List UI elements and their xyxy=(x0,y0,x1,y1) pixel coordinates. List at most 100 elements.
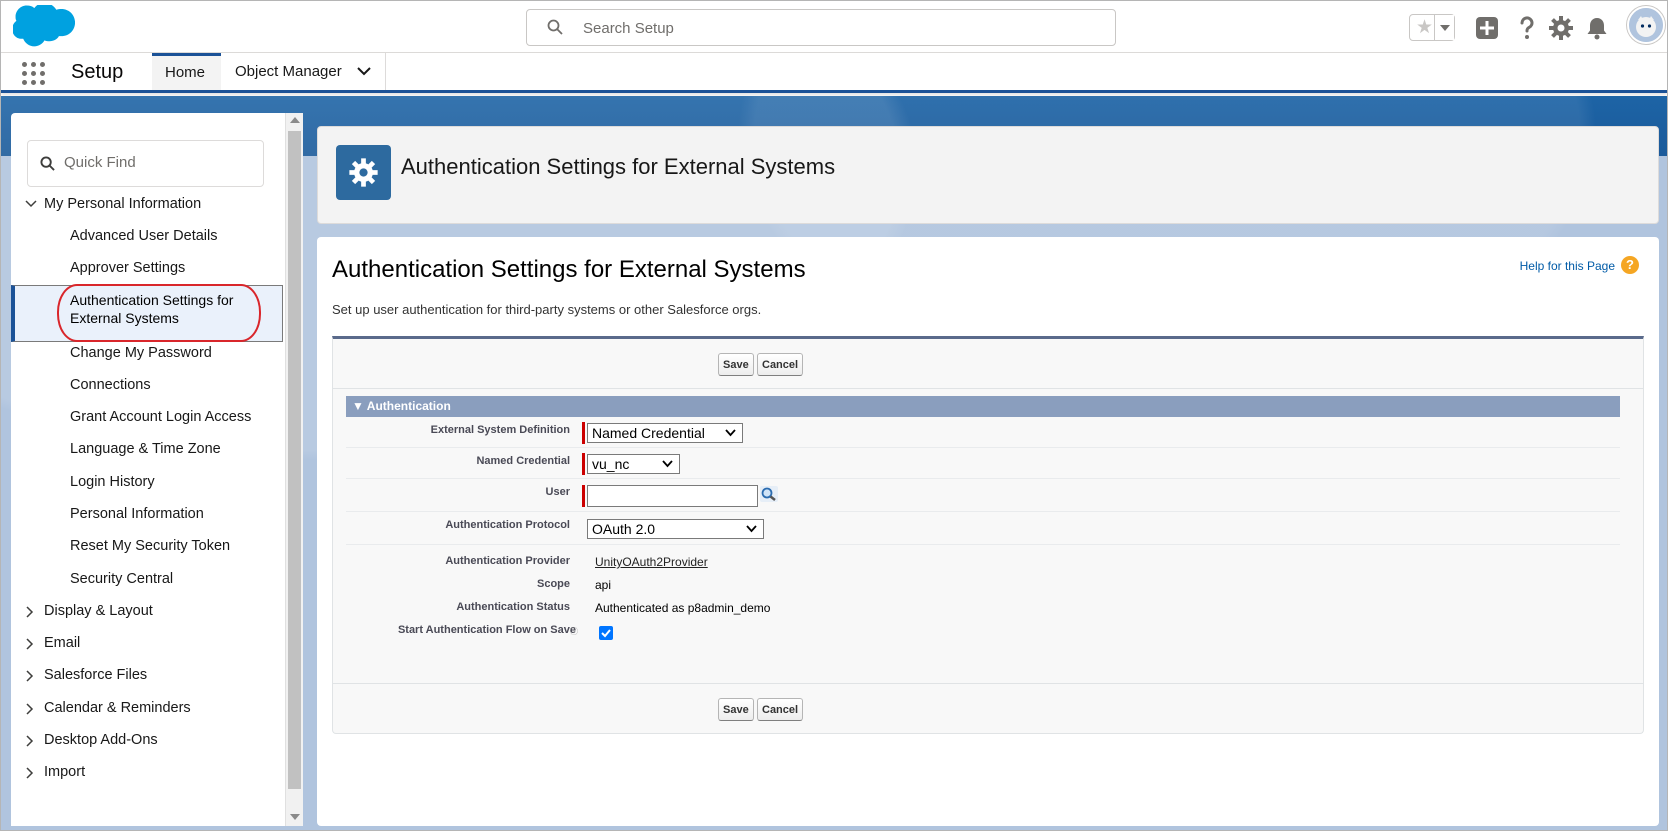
chevron-down-icon xyxy=(725,429,736,437)
field-label: External System Definition xyxy=(430,424,570,436)
top-button-row: Save Cancel xyxy=(333,339,1643,389)
sidebar-item-label: Email xyxy=(44,635,81,651)
authentication-provider-label: Authentication Provider xyxy=(445,555,570,567)
sidebar-item-label: Display & Layout xyxy=(44,603,153,619)
sidebar-item-personal-information[interactable]: Personal Information xyxy=(11,504,283,525)
scope-label: Scope xyxy=(536,578,570,590)
sidebar-item-advanced-user-details[interactable]: Advanced User Details xyxy=(11,226,283,247)
authentication-protocol-select[interactable]: OAuth 2.0 xyxy=(587,519,764,539)
field-row-named-credential: Named Credential vu_nc xyxy=(346,448,1620,479)
sidebar-item-calendar-reminders[interactable]: Calendar & Reminders xyxy=(11,698,283,719)
save-button[interactable]: Save xyxy=(718,698,754,721)
global-header: ★ xyxy=(1,1,1667,53)
search-input[interactable] xyxy=(583,18,1083,38)
chevron-right-icon[interactable] xyxy=(25,670,35,682)
sidebar-item-my-personal-information[interactable]: My Personal Information xyxy=(11,194,283,215)
app-navigation-bar: Setup Home Object Manager xyxy=(1,53,1667,93)
page-title: Authentication Settings for External Sys… xyxy=(332,256,806,283)
user-input[interactable] xyxy=(587,485,758,507)
chevron-down-icon[interactable] xyxy=(357,66,371,76)
sidebar-item-desktop-add-ons[interactable]: Desktop Add-Ons xyxy=(11,730,283,751)
sidebar-item-label: Calendar & Reminders xyxy=(44,700,191,716)
sidebar-item-language-time-zone[interactable]: Language & Time Zone xyxy=(11,439,283,460)
app-launcher-icon[interactable] xyxy=(22,62,46,86)
sidebar-item-grant-account-login-access[interactable]: Grant Account Login Access xyxy=(11,407,283,428)
tab-object-manager[interactable]: Object Manager xyxy=(222,53,386,90)
chevron-right-icon[interactable] xyxy=(25,606,35,618)
search-icon xyxy=(40,156,55,171)
sidebar-item-connections[interactable]: Connections xyxy=(11,375,283,396)
sidebar-item-login-history[interactable]: Login History xyxy=(11,472,283,493)
checkmark-icon xyxy=(601,629,611,638)
sidebar-item-approver-settings[interactable]: Approver Settings xyxy=(11,258,283,279)
star-icon[interactable]: ★ xyxy=(1416,18,1433,38)
lookup-magnifier-icon[interactable] xyxy=(760,486,778,502)
chevron-down-icon xyxy=(746,525,757,533)
favorites-button[interactable]: ★ xyxy=(1409,14,1455,41)
search-setup-box[interactable] xyxy=(526,9,1116,46)
field-label: Authentication Protocol xyxy=(445,519,570,531)
bottom-button-row: Save Cancel xyxy=(333,683,1643,733)
save-button[interactable]: Save xyxy=(718,353,754,376)
field-row-user: User xyxy=(346,479,1620,512)
named-credential-select[interactable]: vu_nc xyxy=(587,454,680,474)
sidebar-item-label: Import xyxy=(44,764,86,780)
scroll-down-arrow-icon[interactable] xyxy=(290,814,300,820)
chevron-down-icon[interactable] xyxy=(25,199,37,209)
astro-avatar-icon xyxy=(1629,8,1663,42)
start-authentication-flow-label: Start Authentication Flow on Save xyxy=(397,624,576,636)
chevron-down-icon[interactable] xyxy=(1434,15,1454,40)
external-system-definition-select[interactable]: Named Credential xyxy=(587,423,743,443)
authentication-section-header[interactable]: ▼ Authentication xyxy=(346,396,1620,417)
authentication-status-value: Authenticated as p8admin_demo xyxy=(595,601,771,615)
field-label: User xyxy=(545,486,570,498)
selected-value: vu_nc xyxy=(592,456,630,472)
sidebar-item-label: Salesforce Files xyxy=(44,667,148,683)
sidebar-item-display-layout[interactable]: Display & Layout xyxy=(11,601,283,622)
notifications-bell-icon[interactable] xyxy=(1583,14,1611,42)
global-actions-plus-icon[interactable] xyxy=(1473,14,1501,42)
app-title: Setup xyxy=(71,61,124,83)
sidebar-item-label: Authentication Settings for External Sys… xyxy=(70,292,234,326)
scroll-up-arrow-icon[interactable] xyxy=(290,117,300,123)
sidebar-item-authentication-settings[interactable]: Authentication Settings for External Sys… xyxy=(11,285,283,342)
sidebar-item-email[interactable]: Email xyxy=(11,633,283,654)
cancel-button[interactable]: Cancel xyxy=(757,353,804,376)
chevron-right-icon[interactable] xyxy=(25,638,35,650)
salesforce-logo[interactable] xyxy=(13,5,75,49)
required-indicator xyxy=(582,485,585,507)
page-description: Set up user authentication for third-par… xyxy=(332,302,762,317)
sidebar-item-change-my-password[interactable]: Change My Password xyxy=(11,343,283,364)
sidebar-item-label: Desktop Add-Ons xyxy=(44,732,158,748)
field-label: Named Credential xyxy=(476,455,570,467)
help-icon[interactable] xyxy=(1513,14,1541,42)
field-row-external-system-definition: External System Definition Named Credent… xyxy=(346,417,1620,448)
chevron-right-icon[interactable] xyxy=(25,703,35,715)
sidebar-item-import[interactable]: Import xyxy=(11,762,283,783)
scope-value: api xyxy=(595,578,612,592)
sidebar-item-salesforce-files[interactable]: Salesforce Files xyxy=(11,665,283,686)
authentication-status-label: Authentication Status xyxy=(456,601,570,613)
help-question-icon[interactable]: ? xyxy=(1621,256,1639,274)
start-authentication-flow-checkbox[interactable] xyxy=(599,626,613,640)
scrollbar-thumb[interactable] xyxy=(288,131,301,789)
quick-find-box[interactable] xyxy=(27,140,264,187)
cancel-button[interactable]: Cancel xyxy=(757,698,804,721)
chevron-right-icon[interactable] xyxy=(25,767,35,779)
chevron-right-icon[interactable] xyxy=(25,735,35,747)
user-avatar[interactable] xyxy=(1627,6,1665,44)
quick-find-input[interactable] xyxy=(64,154,254,171)
gear-icon xyxy=(349,158,378,187)
tab-home[interactable]: Home xyxy=(152,53,221,90)
authentication-provider-link[interactable]: UnityOAuth2Provider xyxy=(595,555,708,569)
sidebar-item-security-central[interactable]: Security Central xyxy=(11,569,283,590)
sidebar-scrollbar[interactable] xyxy=(285,113,303,826)
setup-gear-icon[interactable] xyxy=(1547,14,1575,42)
required-indicator xyxy=(582,422,585,444)
edit-form-block: Save Cancel ▼ Authentication External Sy… xyxy=(332,336,1644,734)
triangle-down-icon[interactable]: ▼ xyxy=(352,399,364,413)
sidebar-item-reset-my-security-token[interactable]: Reset My Security Token xyxy=(11,536,283,557)
section-title: Authentication xyxy=(366,399,451,413)
help-for-this-page-link[interactable]: Help for this Page xyxy=(1520,259,1615,273)
info-icon[interactable]: ⓘ xyxy=(570,626,578,637)
